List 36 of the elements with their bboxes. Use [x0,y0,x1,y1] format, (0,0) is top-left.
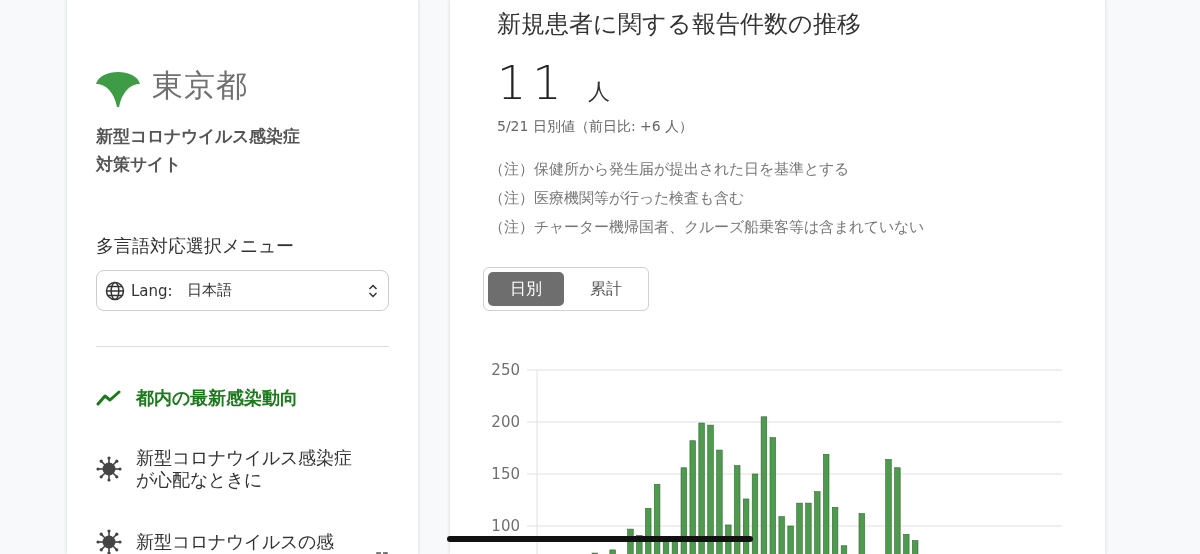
note-text: （注）保健所から発生届が提出された日を基準とする [489,160,850,179]
y-tick-label: 150 [491,465,520,483]
bar [627,528,634,554]
bar [796,502,803,554]
bar [645,508,652,554]
virus-icon [96,529,122,554]
y-tick-label: 250 [491,362,520,379]
toggle-tab[interactable]: 日別 [488,272,564,306]
bar [805,502,812,554]
bar [725,524,732,554]
bar [858,513,865,554]
bar [903,534,910,554]
globe-icon [105,280,125,301]
language-select[interactable]: Lang: 日本語 [96,270,389,311]
note-text: （注）医療機関等が行った検査も含む [489,189,745,208]
language-menu-label: 多言語対応選択メニュー [96,234,295,258]
bar [912,540,919,554]
y-tick-label: 100 [491,517,520,535]
virus-icon [96,456,122,482]
nav-item[interactable]: 新型コロナウイルス感染症 が心配なときに [96,447,389,491]
bar [609,549,616,554]
trend-icon [96,390,122,406]
bar [814,491,821,554]
chevron-up-down-icon [368,282,378,299]
bar [787,525,794,554]
nav-item[interactable]: 都内の最新感染動向 [96,387,389,409]
nav-item[interactable]: 新型コロナウイルスの感 [96,529,389,554]
note-text: （注）チャーター機帰国者、クルーズ船乗客等は含まれていない [489,218,925,237]
count-unit: 人 [587,78,610,106]
date-note: 5/21 日別値（前日比: +6 人） [497,118,695,136]
card-title: 新規患者に関する報告件数の推移 [497,9,862,40]
bar [778,516,785,554]
patient-count: 11 [497,56,568,110]
site-title: 新型コロナウイルス感染症 対策サイト [96,125,301,176]
y-tick-label: 200 [491,413,520,431]
logo-text: 東京都 [152,66,248,105]
